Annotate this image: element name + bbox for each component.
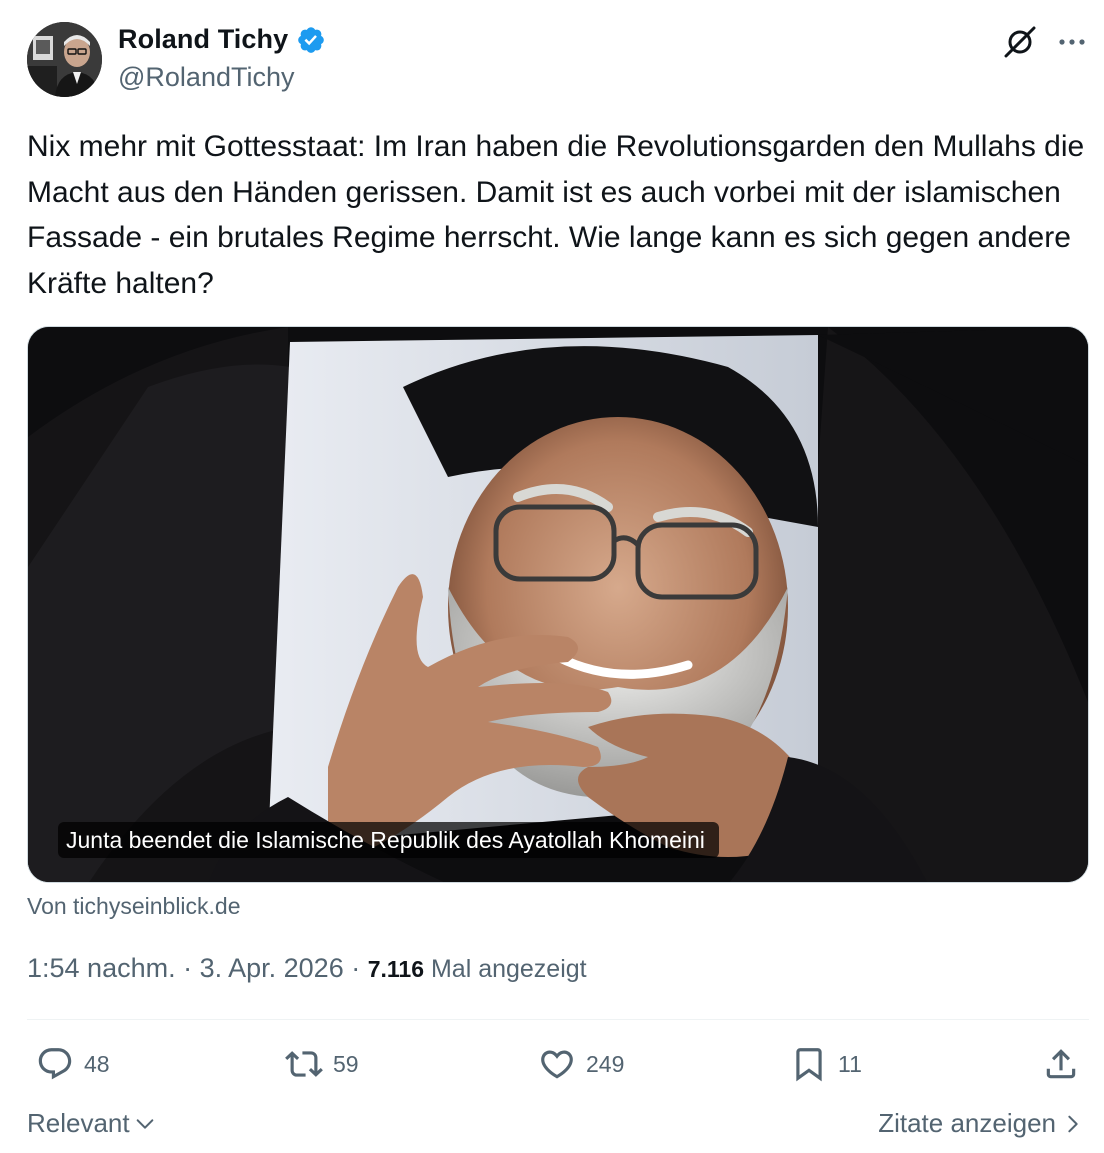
link-card[interactable]: Junta beendet die Islamische Republik de… bbox=[27, 326, 1089, 883]
bookmark-button[interactable]: 11 bbox=[790, 1040, 862, 1088]
repost-icon bbox=[285, 1051, 323, 1077]
repost-button[interactable]: 59 bbox=[285, 1040, 359, 1088]
meta-separator: · bbox=[175, 953, 200, 983]
verified-badge-icon[interactable] bbox=[296, 25, 326, 55]
like-button[interactable]: 249 bbox=[538, 1040, 624, 1088]
avatar[interactable] bbox=[27, 22, 102, 97]
tweet-text: Nix mehr mit Gottesstaat: Im Iran haben … bbox=[27, 130, 1085, 300]
meta-separator-2: · bbox=[343, 953, 368, 983]
author-display-name[interactable]: Roland Tichy bbox=[118, 24, 288, 55]
card-image bbox=[28, 327, 1088, 882]
tweet-meta: 1:54 nachm. · 3. Apr. 2026 · 7.116 Mal a… bbox=[27, 953, 587, 984]
tweet: Roland Tichy @RolandTichy Nix mehr mit G… bbox=[0, 0, 1104, 1153]
divider bbox=[27, 1019, 1089, 1020]
grok-icon[interactable] bbox=[1002, 24, 1038, 60]
avatar-photo bbox=[27, 22, 102, 97]
reply-icon bbox=[38, 1048, 72, 1080]
views-label: Mal angezeigt bbox=[424, 955, 587, 983]
more-icon[interactable] bbox=[1056, 26, 1088, 58]
card-source[interactable]: Von tichyseinblick.de bbox=[27, 893, 241, 920]
like-count: 249 bbox=[586, 1050, 625, 1077]
repost-count: 59 bbox=[333, 1050, 359, 1077]
views-count[interactable]: 7.116 bbox=[368, 956, 424, 982]
bookmark-icon bbox=[796, 1048, 822, 1082]
heart-icon bbox=[541, 1050, 573, 1079]
reply-count: 48 bbox=[84, 1050, 110, 1077]
tweet-time[interactable]: 1:54 nachm. bbox=[27, 953, 176, 983]
chevron-right-icon bbox=[1068, 1115, 1078, 1132]
sort-dropdown[interactable]: Relevant bbox=[27, 1108, 156, 1139]
reply-button[interactable]: 48 bbox=[36, 1040, 110, 1088]
author-name-row[interactable]: Roland Tichy bbox=[118, 24, 326, 55]
share-button[interactable] bbox=[1042, 1040, 1080, 1088]
author-handle[interactable]: @RolandTichy bbox=[118, 62, 294, 93]
bookmark-count: 11 bbox=[838, 1050, 862, 1077]
card-title: Junta beendet die Islamische Republik de… bbox=[58, 822, 719, 858]
view-quotes-link[interactable]: Zitate anzeigen bbox=[878, 1108, 1084, 1139]
chevron-down-icon bbox=[136, 1118, 153, 1129]
share-icon bbox=[1046, 1049, 1076, 1079]
sort-label: Relevant bbox=[27, 1108, 130, 1138]
quotes-label: Zitate anzeigen bbox=[878, 1108, 1056, 1138]
tweet-date[interactable]: 3. Apr. 2026 bbox=[200, 953, 344, 983]
